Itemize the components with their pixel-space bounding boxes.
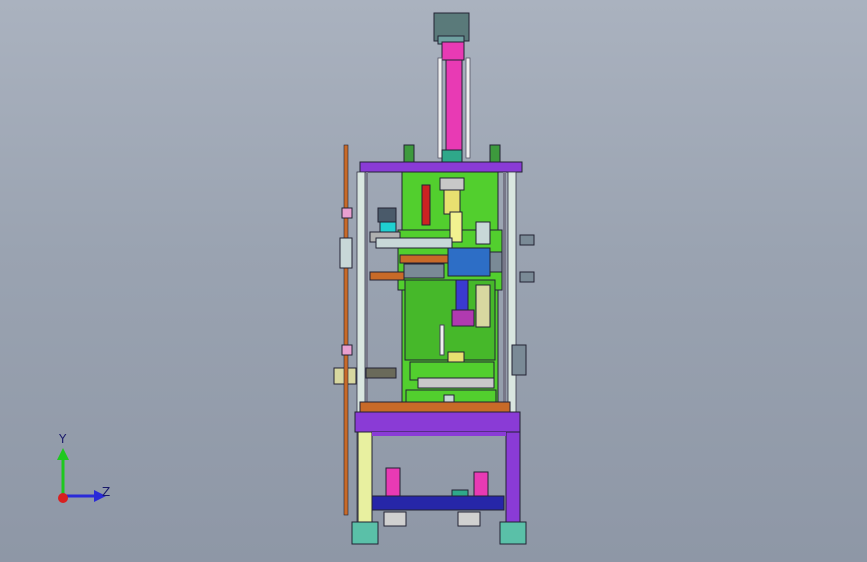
top-plate	[359, 161, 523, 173]
vertical-cylinder	[437, 41, 471, 165]
top-motor	[433, 12, 470, 45]
lower-cylinders	[385, 467, 489, 499]
cad-viewport[interactable]	[0, 0, 867, 562]
orange-rail	[369, 271, 405, 281]
table-plate	[354, 401, 521, 433]
x-axis-dot	[58, 493, 68, 503]
y-axis-arrow	[57, 448, 69, 460]
left-guide-rod	[339, 144, 353, 516]
z-axis-label: Z	[102, 485, 111, 499]
y-axis-label: Y	[59, 432, 67, 446]
base-blue	[371, 495, 505, 527]
leveling-feet	[351, 521, 527, 545]
coordinate-triad: Y Z	[50, 432, 120, 510]
